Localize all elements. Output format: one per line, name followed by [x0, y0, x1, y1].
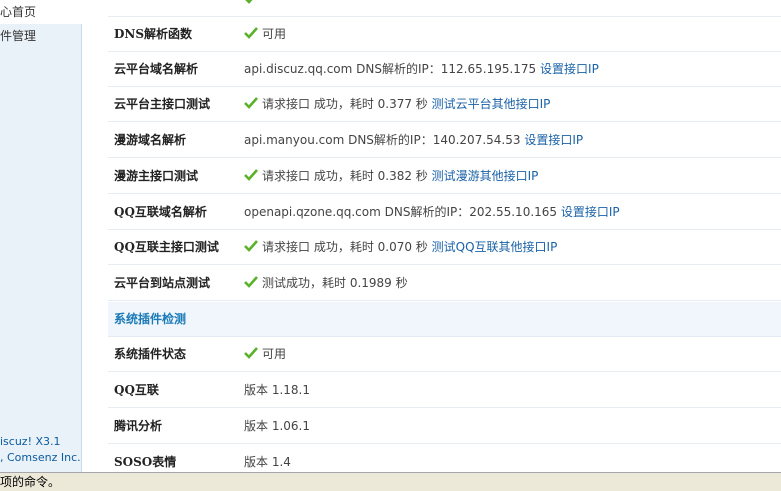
status-text: 请求接口 成功，耗时 0.382 秒 — [262, 169, 428, 183]
table-row: DNS解析函数 可用 — [108, 17, 781, 52]
row-label: 系统插件状态 — [114, 347, 187, 361]
sidebar: 心首页 件管理 iscuz! X3.1 , Comsenz Inc. — [0, 0, 82, 472]
row-label: DNS解析函数 — [114, 27, 193, 41]
table-row: 腾讯分析 版本 1.06.1 — [108, 409, 781, 444]
row-label: 腾讯分析 — [114, 419, 163, 433]
row-value: 可用 — [244, 337, 286, 372]
status-text: 可用 — [262, 27, 287, 41]
host-text: openapi.qzone.qq.com — [244, 205, 381, 219]
status-text: 可用 — [262, 347, 287, 361]
sidebar-item-label: 件管理 — [0, 29, 37, 43]
row-value: 请求接口 成功，耗时 0.070 秒 测试QQ互联其他接口IP — [244, 230, 557, 265]
table-row: 云平台到站点测试 测试成功，耗时 0.1989 秒 — [108, 266, 781, 301]
check-icon — [244, 169, 258, 181]
section-title: 系统插件检测 — [114, 312, 187, 326]
test-other-ip-link[interactable]: 测试QQ互联其他接口IP — [432, 240, 558, 254]
set-ip-link[interactable]: 设置接口IP — [540, 62, 599, 76]
section-header-plugin-check: 系统插件检测 — [108, 302, 781, 337]
row-value: openapi.qzone.qq.com DNS解析的IP：202.55.10.… — [244, 195, 620, 230]
check-icon — [244, 27, 258, 39]
version-text: 版本 1.18.1 — [244, 383, 310, 397]
status-text: 请求接口 成功，耗时 0.377 秒 — [262, 97, 428, 111]
row-value: api.manyou.com DNS解析的IP：140.207.54.53 设置… — [244, 123, 583, 158]
check-icon — [244, 97, 258, 109]
table-row: QQ互联主接口测试 请求接口 成功，耗时 0.070 秒 测试QQ互联其他接口I… — [108, 230, 781, 265]
version-text: 版本 1.06.1 — [244, 419, 310, 433]
check-icon — [244, 240, 258, 252]
check-icon — [245, 0, 253, 4]
table-row: 漫游主接口测试 请求接口 成功，耗时 0.382 秒 测试漫游其他接口IP — [108, 159, 781, 194]
footer-version[interactable]: iscuz! X3.1 — [0, 434, 81, 450]
version-text: 版本 1.4 — [244, 455, 291, 469]
row-label: QQ互联域名解析 — [114, 205, 207, 219]
check-icon — [244, 347, 258, 359]
table-row: 云平台主接口测试 请求接口 成功，耗时 0.377 秒 测试云平台其他接口IP — [108, 87, 781, 122]
table-row: SOSO表情 版本 1.4 — [108, 445, 781, 472]
row-value: 可用 — [244, 17, 286, 52]
row-label: 云平台主接口测试 — [114, 97, 211, 111]
dns-ip-text: DNS解析的IP：140.207.54.53 — [348, 133, 521, 147]
check-icon — [244, 276, 258, 288]
footer-copyright[interactable]: , Comsenz Inc. — [0, 450, 81, 466]
status-text: 测试成功，耗时 0.1989 秒 — [262, 276, 408, 290]
row-label: QQ互联 — [114, 383, 159, 397]
set-ip-link[interactable]: 设置接口IP — [561, 205, 620, 219]
set-ip-link[interactable]: 设置接口IP — [524, 133, 583, 147]
table-row: 漫游域名解析 api.manyou.com DNS解析的IP：140.207.5… — [108, 123, 781, 158]
status-bar: 项的命令。 — [0, 472, 781, 491]
row-label: 漫游域名解析 — [114, 133, 187, 147]
main-panel: DNS解析函数 可用 云平台域名解析 api.discuz.qq.com DNS… — [108, 0, 781, 472]
row-value: 请求接口 成功，耗时 0.382 秒 测试漫游其他接口IP — [244, 159, 538, 194]
table-row: 系统插件状态 可用 — [108, 337, 781, 372]
table-row-cutoff — [108, 0, 781, 17]
row-label: 云平台域名解析 — [114, 62, 199, 76]
status-bar-text: 项的命令。 — [0, 475, 61, 489]
row-value — [244, 0, 262, 17]
sidebar-item-label: 心首页 — [0, 5, 37, 19]
test-other-ip-link[interactable]: 测试云平台其他接口IP — [432, 97, 551, 111]
table-row: QQ互联 版本 1.18.1 — [108, 373, 781, 408]
test-other-ip-link[interactable]: 测试漫游其他接口IP — [432, 169, 539, 183]
dns-ip-text: DNS解析的IP：112.65.195.175 — [356, 62, 537, 76]
row-value: 测试成功，耗时 0.1989 秒 — [244, 266, 408, 301]
row-label: SOSO表情 — [114, 455, 177, 469]
table-row: 云平台域名解析 api.discuz.qq.com DNS解析的IP：112.6… — [108, 52, 781, 87]
row-value: 请求接口 成功，耗时 0.377 秒 测试云平台其他接口IP — [244, 87, 550, 122]
status-text: 请求接口 成功，耗时 0.070 秒 — [262, 240, 428, 254]
row-label: 漫游主接口测试 — [114, 169, 199, 183]
host-text: api.manyou.com — [244, 133, 345, 147]
row-value: api.discuz.qq.com DNS解析的IP：112.65.195.17… — [244, 52, 599, 87]
dns-ip-text: DNS解析的IP：202.55.10.165 — [384, 205, 558, 219]
host-text: api.discuz.qq.com — [244, 62, 353, 76]
table-row: QQ互联域名解析 openapi.qzone.qq.com DNS解析的IP：2… — [108, 195, 781, 230]
sidebar-footer: iscuz! X3.1 , Comsenz Inc. — [0, 434, 81, 466]
sidebar-item-plugin-manage[interactable]: 件管理 — [0, 24, 82, 48]
row-label: 云平台到站点测试 — [114, 276, 211, 290]
sidebar-item-home[interactable]: 心首页 — [0, 0, 82, 24]
row-label: QQ互联主接口测试 — [114, 240, 219, 254]
